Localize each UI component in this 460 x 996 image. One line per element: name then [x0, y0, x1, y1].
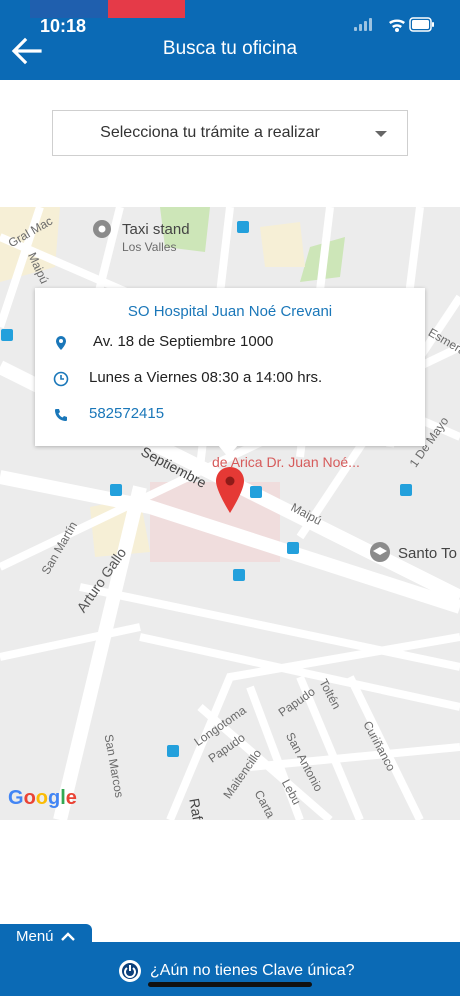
flag-red	[108, 0, 185, 18]
office-address: Av. 18 de Septiembre 1000	[93, 333, 274, 350]
phone-icon	[55, 409, 67, 421]
status-icons	[354, 16, 434, 34]
office-phone-row[interactable]: 582572415	[35, 405, 425, 427]
office-address-row: Av. 18 de Septiembre 1000	[35, 333, 425, 355]
map-label-los-valles: Los Valles	[122, 240, 177, 254]
office-name[interactable]: SO Hospital Juan Noé Crevani	[35, 303, 425, 320]
clave-unica-link[interactable]: ¿Aún no tienes Clave única?	[150, 962, 355, 980]
office-hours-row: Lunes a Viernes 08:30 a 14:00 hrs.	[35, 369, 425, 391]
battery-icon	[409, 17, 434, 32]
signal-icon	[354, 18, 372, 31]
office-phone[interactable]: 582572415	[89, 405, 164, 422]
clock-icon	[53, 371, 69, 387]
map-label-santo-tomas: Santo To	[398, 545, 457, 562]
home-indicator[interactable]	[148, 982, 312, 987]
wifi-icon	[389, 19, 405, 32]
info-card-pointer	[218, 445, 238, 457]
office-info-card: SO Hospital Juan Noé Crevani Av. 18 de S…	[35, 288, 425, 446]
clave-unica-icon	[119, 960, 141, 982]
google-logo: Google	[8, 787, 77, 809]
location-pin-icon	[56, 336, 66, 350]
tramite-select[interactable]: Selecciona tu trámite a realizar	[52, 110, 408, 156]
page-title: Busca tu oficina	[162, 38, 298, 59]
app-header: 10:18 Busca tu oficina	[0, 0, 460, 80]
map-label-taxi-stand: Taxi stand	[122, 221, 190, 238]
office-hours: Lunes a Viernes 08:30 a 14:00 hrs.	[89, 369, 323, 386]
chevron-down-icon	[375, 131, 387, 137]
status-time: 10:18	[40, 16, 87, 36]
map-marker-icon[interactable]	[214, 466, 246, 514]
footer-bar: ¿Aún no tienes Clave única?	[0, 942, 460, 996]
tramite-select-label: Selecciona tu trámite a realizar	[100, 124, 320, 141]
